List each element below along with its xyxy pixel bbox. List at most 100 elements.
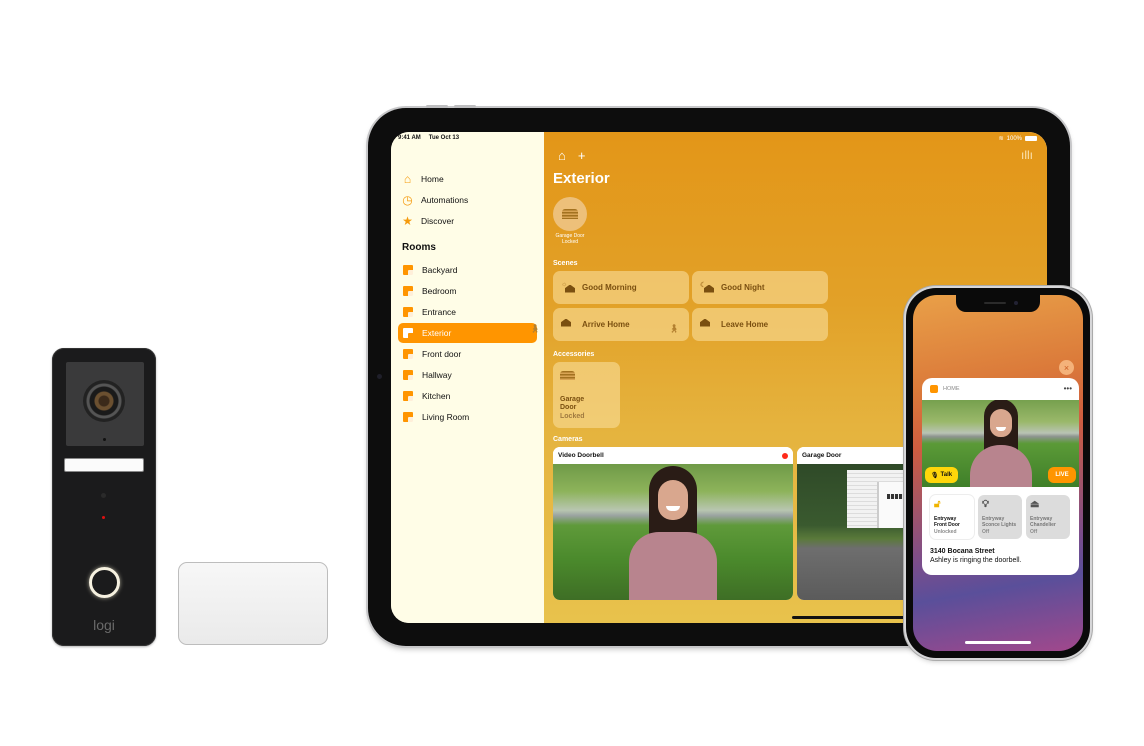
scene-good-night[interactable]: ☾ Good Night <box>692 271 828 304</box>
sidebar-room-entrance[interactable]: Entrance <box>398 302 537 322</box>
scene-label: Good Morning <box>582 283 637 292</box>
camera-title: Video Doorbell <box>553 447 793 464</box>
page-title: Exterior <box>553 170 610 187</box>
sidebar-room-hallway[interactable]: Hallway <box>398 365 537 385</box>
speaker <box>984 302 1006 304</box>
sidebar-item-automations[interactable]: ◷ Automations <box>401 191 468 208</box>
accessory-state: Unlocked <box>934 528 957 535</box>
mounting-plate <box>178 562 328 645</box>
doorbell-camera-feed[interactable]: 🎙︎ Talk LIVE <box>922 400 1079 487</box>
notification-header: HOME ••• <box>922 378 1079 400</box>
house-icon: ⌂ <box>558 148 566 163</box>
battery-percent: 100% <box>1006 135 1022 142</box>
status-time: 9:41 AM <box>398 135 421 141</box>
scene-label: Good Night <box>721 283 765 292</box>
recording-indicator <box>782 453 788 459</box>
doorbell-ring-button <box>89 567 120 598</box>
talk-label: Talk <box>940 472 953 478</box>
sidebar-item-home[interactable]: ⌂ Home <box>401 170 444 187</box>
dismiss-notification-button[interactable]: × <box>1059 360 1074 375</box>
talk-button[interactable]: 🎙︎ Talk <box>925 467 958 483</box>
add-button[interactable]: + <box>578 148 586 163</box>
garage-status-caption: Garage Door Locked <box>548 233 592 246</box>
sidebar-room-kitchen[interactable]: Kitchen <box>398 386 537 406</box>
battery-icon <box>1025 136 1037 141</box>
visitor-image <box>969 400 1032 487</box>
sidebar-item-discover[interactable]: ★ Discover <box>401 212 454 229</box>
sidebar-room-exterior[interactable]: Exterior <box>398 323 537 343</box>
room-icon <box>403 286 413 296</box>
home-app-icon <box>930 385 938 393</box>
scene-leave-home[interactable]: 🚶︎ Leave Home <box>669 308 828 341</box>
camera-lens-icon <box>83 380 125 422</box>
visitor-image <box>629 466 717 600</box>
room-icon <box>403 265 413 275</box>
cameras-heading: Cameras <box>553 436 583 443</box>
room-icon <box>403 328 413 338</box>
scene-good-morning[interactable]: ☼ Good Morning <box>553 271 689 304</box>
pendant-lamp-icon: ⏏︎ <box>1030 499 1040 510</box>
unlocked-icon: 🔓︎ <box>934 499 941 510</box>
doorbell-camera-window <box>66 362 144 446</box>
iphone-device: × HOME ••• 🎙︎ Talk LIVE 🔓︎ Entryway Fron… <box>906 288 1090 658</box>
sidebar-item-label: Discover <box>421 215 455 226</box>
star-icon: ★ <box>402 213 413 228</box>
room-label: Hallway <box>422 370 452 380</box>
sidebar-room-living-room[interactable]: Living Room <box>398 407 537 427</box>
microphone-icon: 🎙︎ <box>930 472 939 479</box>
light-sensor <box>101 493 106 498</box>
room-label: Kitchen <box>422 391 451 401</box>
status-led <box>102 516 105 519</box>
sidebar-room-front-door[interactable]: Front door <box>398 344 537 364</box>
accessory-sconce-lights[interactable]: 💡︎ Entryway Sconce Lights Off <box>978 495 1022 539</box>
home-indicator[interactable] <box>792 616 916 619</box>
accessory-state: Off <box>982 528 990 535</box>
moon-house-icon: ☾ <box>700 281 718 295</box>
notch <box>956 295 1040 312</box>
leave-home-icon: 🚶︎ <box>669 318 718 333</box>
accessory-garage-door[interactable]: Garage Door Locked <box>553 362 620 428</box>
brand-logo: logi <box>93 617 115 633</box>
more-options-button[interactable]: ••• <box>1064 384 1072 393</box>
accessory-chandelier[interactable]: ⏏︎ Entryway Chandelier Off <box>1026 495 1070 539</box>
toolbar: ⌂ + <box>558 148 585 163</box>
waveform-icon: ıllı <box>1021 148 1033 162</box>
sidebar-room-bedroom[interactable]: Bedroom <box>398 281 537 301</box>
house-icon: ⌂ <box>403 171 412 186</box>
accessory-front-door-lock[interactable]: 🔓︎ Entryway Front Door Unlocked <box>930 495 974 539</box>
home-button[interactable]: ⌂ <box>558 148 566 163</box>
app-name: HOME <box>943 386 960 392</box>
status-date: Tue Oct 13 <box>428 135 460 141</box>
camera-video-doorbell[interactable]: Video Doorbell <box>553 447 793 600</box>
front-camera <box>377 374 382 379</box>
sidebar-item-label: Home <box>421 173 444 184</box>
rooms-heading: Rooms <box>402 242 436 253</box>
arrive-home-icon: 🚶︎ <box>530 318 579 333</box>
microphone-hole <box>103 438 106 441</box>
room-icon <box>403 391 413 401</box>
room-label: Front door <box>422 349 462 359</box>
room-icon <box>403 412 413 422</box>
accessory-name-line: Garage <box>560 396 585 403</box>
room-label: Living Room <box>422 412 470 422</box>
status-bar-right: ≋ 100% <box>999 135 1037 142</box>
accessory-state: Locked <box>560 413 585 420</box>
accessory-name-line: Sconce Lights <box>982 522 1017 529</box>
garage-status-tile[interactable] <box>553 197 587 231</box>
room-label: Exterior <box>422 328 452 338</box>
plus-icon: + <box>577 148 586 163</box>
sidebar-room-backyard[interactable]: Backyard <box>398 260 537 280</box>
live-badge[interactable]: LIVE <box>1048 467 1076 483</box>
doorbell-notification[interactable]: HOME ••• 🎙︎ Talk LIVE 🔓︎ Entryway Front … <box>922 378 1079 575</box>
room-label: Entrance <box>422 307 457 317</box>
intercom-button[interactable]: ıllı <box>1021 148 1033 162</box>
front-camera <box>1014 301 1018 305</box>
home-indicator[interactable] <box>965 641 1031 644</box>
notification-body: Ashley is ringing the doorbell. <box>930 557 1022 564</box>
status-bar-left: 9:41 AM Tue Oct 13 <box>398 135 467 141</box>
wifi-icon: ≋ <box>998 136 1004 142</box>
doorbell-device: logi <box>52 348 156 646</box>
camera-feed <box>553 464 793 600</box>
accessory-name-line: Door <box>560 404 577 412</box>
notification-title: 3140 Bocana Street <box>930 548 995 555</box>
